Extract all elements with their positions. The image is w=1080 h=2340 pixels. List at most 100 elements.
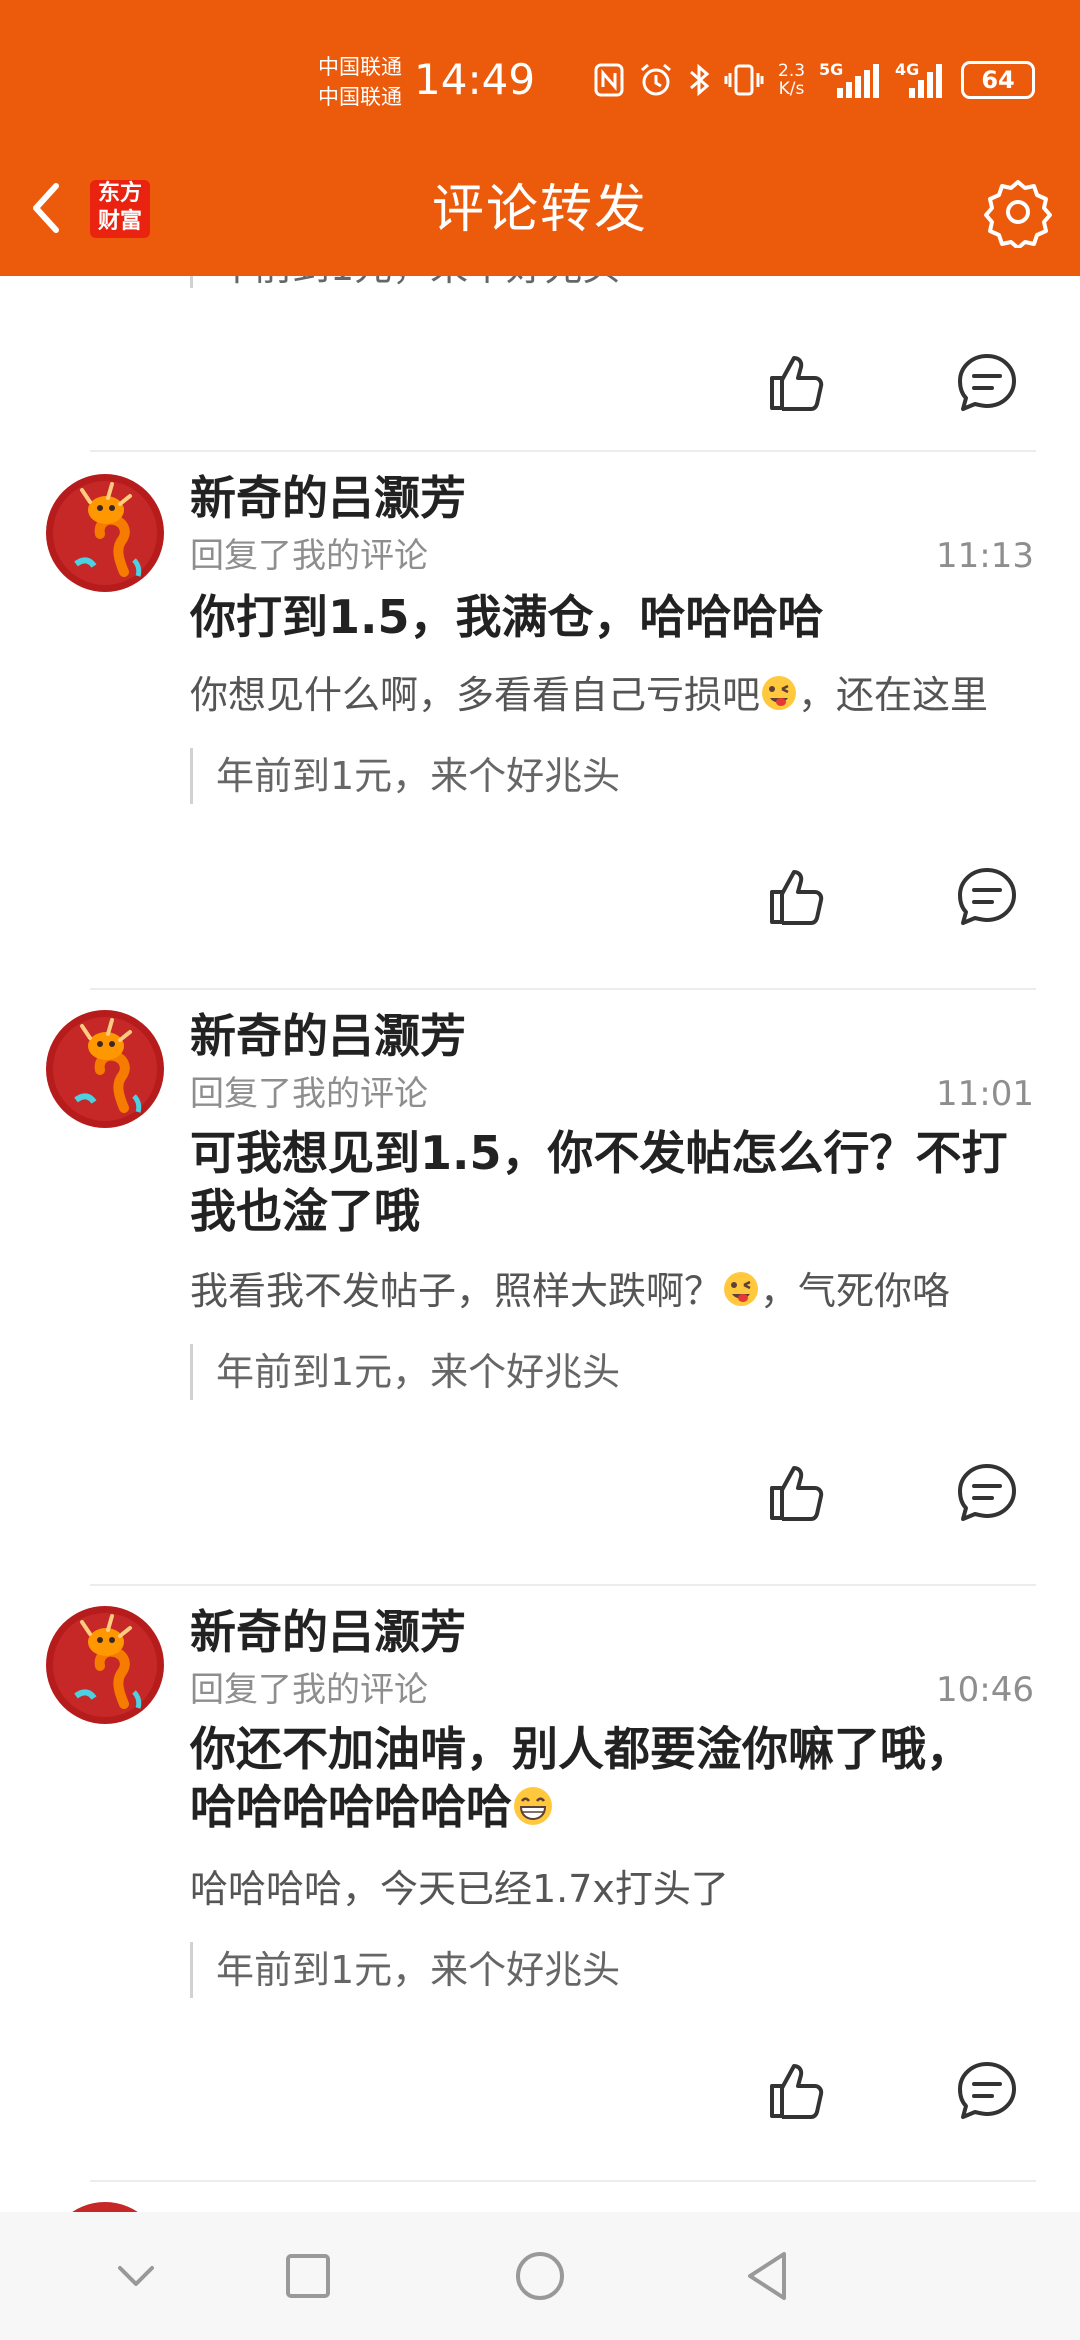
carrier-1: 中国联通: [318, 55, 402, 79]
my-comment-text-end: ，还在这里: [798, 673, 989, 717]
bluetooth-icon: [690, 63, 710, 97]
thumbs-up-icon: [770, 1466, 824, 1521]
status-time: 14:49: [414, 55, 536, 104]
thumbs-up-icon: [770, 870, 824, 925]
quote-bar: [190, 1344, 193, 1400]
gear-icon: [984, 180, 1052, 250]
thumbs-up-icon: [770, 2064, 824, 2119]
timestamp: 10:46: [936, 1670, 1034, 1710]
quote-bar: [190, 748, 193, 804]
speed-unit: K/s: [778, 79, 805, 99]
page-title: 评论转发: [431, 180, 648, 240]
divider: [90, 2180, 1036, 2182]
quote-bar: [190, 276, 193, 288]
quoted-post[interactable]: 年前到1元，来个好兆头: [216, 276, 620, 288]
comment-item[interactable]: 新奇的吕灏芳 回复了我的评论 10:46 你还不加油啃，别人都要淦你嘛了哦， 哈…: [0, 1586, 1080, 2186]
timestamp: 11:13: [936, 536, 1034, 576]
circle-icon: [516, 2252, 564, 2300]
dragon-avatar-icon: [46, 1606, 164, 1724]
top-bar: 中国联通 中国联通 14:49 2.3 K/s 5G 4G 64 东方 财富 评…: [0, 0, 1080, 276]
alarm-icon: [641, 63, 671, 96]
comment-item[interactable]: 新奇的吕灏芳 回复了我的评论 11:01 可我想见到1.5，你不发帖怎么行？不打…: [0, 990, 1080, 1586]
like-button[interactable]: [762, 1458, 832, 1528]
my-comment[interactable]: 你想见什么啊，多看看自己亏损吧 ，还在这里: [190, 672, 1036, 718]
grinning-emoji-icon: [514, 1787, 552, 1825]
actions-row: [0, 1458, 1080, 1528]
comment-bubble-icon: [958, 2062, 1016, 2119]
username[interactable]: 新奇的吕灏芳: [190, 470, 466, 526]
next-comment-peek: [0, 2186, 1080, 2212]
signal-2: 4G: [895, 60, 947, 100]
quote-bar: [190, 1942, 193, 1998]
like-button[interactable]: [762, 348, 832, 418]
reply-button[interactable]: [952, 2056, 1022, 2126]
partial-comment: 年前到1元，来个好兆头: [0, 276, 1080, 452]
my-comment-text-start: 我看我不发帖子，照样大跌啊？: [190, 1269, 723, 1313]
my-comment-text-start: 你想见什么啊，多看看自己亏损吧: [190, 673, 761, 717]
comment-feed[interactable]: 年前到1元，来个好兆头 新奇的吕灏芳: [0, 276, 1080, 2212]
quoted-post[interactable]: 年前到1元，来个好兆头: [216, 1344, 620, 1400]
my-comment[interactable]: 我看我不发帖子，照样大跌啊？ ，气死你咯: [190, 1268, 1036, 1314]
status-icons: 2.3 K/s 5G 4G 64: [594, 60, 1036, 100]
actions-row: [0, 2056, 1080, 2126]
winking-tongue-emoji-icon: [724, 1272, 759, 1306]
nfc-icon: [594, 63, 624, 97]
like-button[interactable]: [762, 2056, 832, 2126]
avatar[interactable]: [46, 1606, 164, 1724]
dragon-avatar-icon: [46, 1010, 164, 1128]
reply-label: 回复了我的评论: [190, 536, 428, 576]
thumbs-up-icon: [770, 356, 824, 411]
avatar: [46, 2202, 164, 2212]
quoted-post[interactable]: 年前到1元，来个好兆头: [216, 1942, 620, 1998]
quoted-post[interactable]: 年前到1元，来个好兆头: [216, 748, 620, 804]
nav-home-button[interactable]: [510, 2246, 570, 2306]
reply-label: 回复了我的评论: [190, 1074, 428, 1114]
reply-text-line-1: 你还不加油啃，别人都要淦你嘛了哦，: [190, 1722, 972, 1776]
battery-indicator: 64: [961, 61, 1036, 99]
username[interactable]: 新奇的吕灏芳: [190, 1008, 466, 1064]
square-icon: [286, 2254, 330, 2298]
reply-label: 回复了我的评论: [190, 1670, 428, 1710]
reply-button[interactable]: [952, 348, 1022, 418]
vibrate-icon: [724, 64, 764, 96]
carrier-info: 中国联通 中国联通: [318, 52, 402, 112]
reply-text[interactable]: 你打到1.5，我满仓，哈哈哈哈: [190, 588, 1036, 646]
my-comment-text-end: ，气死你咯: [760, 1269, 951, 1313]
like-button[interactable]: [762, 862, 832, 932]
nav-back-button[interactable]: [738, 2246, 798, 2306]
reply-text-line-2: 哈哈哈哈哈哈哈: [190, 1778, 1036, 1836]
speed-value: 2.3: [778, 61, 806, 81]
username[interactable]: 新奇的吕灏芳: [190, 1604, 466, 1660]
signal-1: 5G: [819, 60, 881, 100]
avatar[interactable]: [46, 474, 164, 592]
reply-button[interactable]: [952, 862, 1022, 932]
comment-bubble-icon: [958, 1464, 1016, 1521]
reply-text-line-2-text: 哈哈哈哈哈哈哈: [190, 1780, 512, 1834]
reply-text-line-2: 我也淦了哦: [190, 1184, 420, 1238]
comment-bubble-icon: [958, 868, 1016, 925]
nav-recents-button[interactable]: [278, 2246, 338, 2306]
nav-row: 东方 财富 评论转发: [0, 160, 1080, 260]
system-nav-bar: [0, 2212, 1080, 2340]
network-speed: 2.3 K/s: [778, 62, 805, 98]
nav-collapse-button[interactable]: [106, 2246, 166, 2306]
actions-row: [0, 862, 1080, 932]
comment-bubble-icon: [958, 354, 1016, 411]
signal-bars-2-icon: [909, 64, 943, 98]
comment-item[interactable]: 新奇的吕灏芳 回复了我的评论 11:13 你打到1.5，我满仓，哈哈哈哈 你想见…: [0, 452, 1080, 990]
triangle-back-icon: [748, 2252, 786, 2300]
actions-row: [0, 348, 1080, 418]
reply-text[interactable]: 你还不加油啃，别人都要淦你嘛了哦， 哈哈哈哈哈哈哈: [190, 1720, 1036, 1836]
avatar[interactable]: [46, 1010, 164, 1128]
my-comment[interactable]: 哈哈哈哈，今天已经1.7x打头了: [190, 1866, 1036, 1912]
dragon-avatar-icon: [46, 474, 164, 592]
chevron-down-icon: [118, 2266, 154, 2286]
signal-bars-1-icon: [837, 64, 880, 98]
reply-button[interactable]: [952, 1458, 1022, 1528]
carrier-2: 中国联通: [318, 85, 402, 109]
reply-text[interactable]: 可我想见到1.5，你不发帖怎么行？不打 我也淦了哦: [190, 1124, 1036, 1240]
winking-tongue-emoji-icon: [762, 676, 797, 710]
settings-button[interactable]: [982, 176, 1054, 250]
timestamp: 11:01: [936, 1074, 1034, 1114]
status-bar: 中国联通 中国联通 14:49 2.3 K/s 5G 4G 64: [0, 40, 1080, 120]
